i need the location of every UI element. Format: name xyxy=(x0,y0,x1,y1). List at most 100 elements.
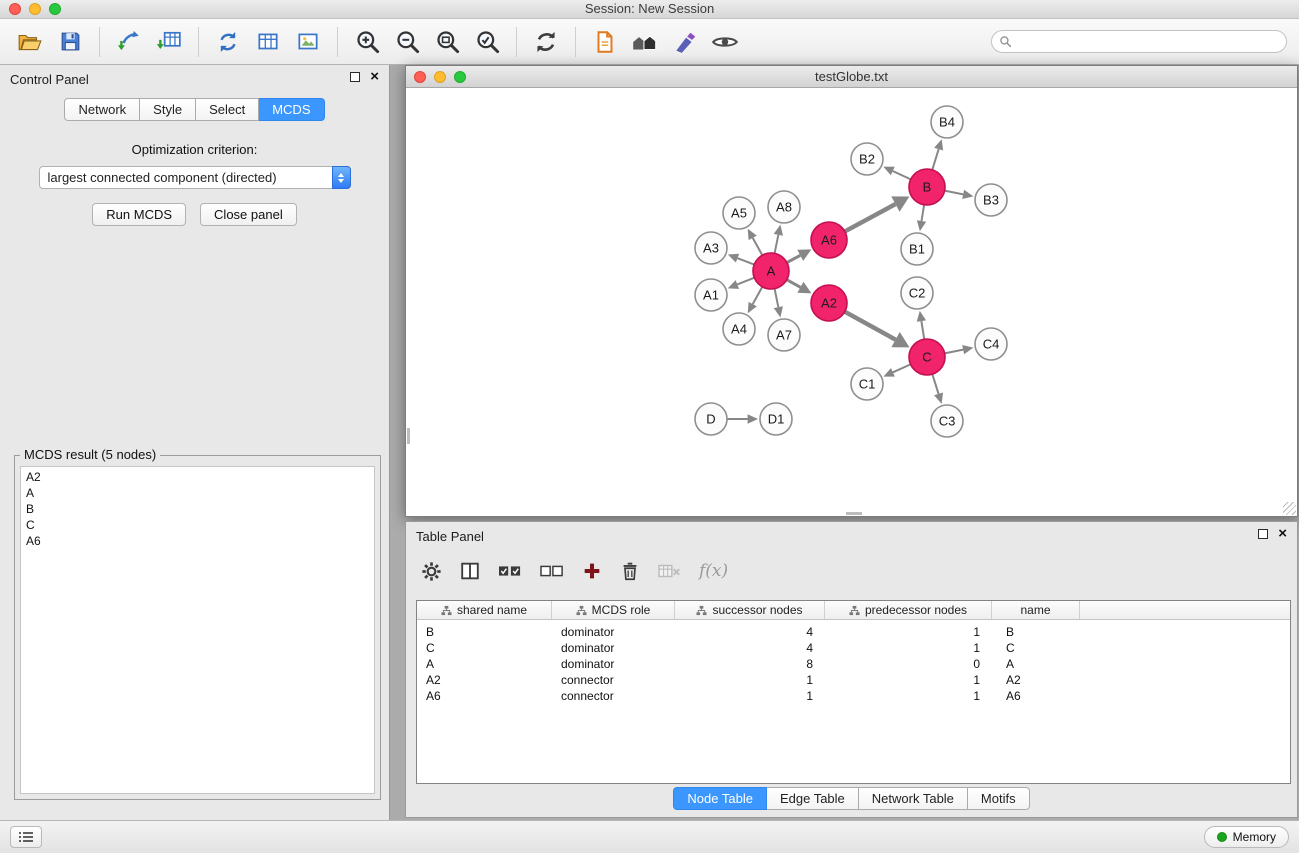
tab-select[interactable]: Select xyxy=(196,98,259,121)
table-row[interactable]: A2 connector 1 1 A2 xyxy=(417,672,1290,688)
graph-edge-A-A3[interactable] xyxy=(738,258,755,264)
result-item[interactable]: B xyxy=(21,501,374,517)
cell-shared-name: A6 xyxy=(417,688,552,704)
duplicate-document-button[interactable] xyxy=(585,24,625,60)
column-header-shared-name[interactable]: shared name xyxy=(417,601,552,619)
graph-edge-A-A8[interactable] xyxy=(775,235,779,254)
zoom-fit-button[interactable] xyxy=(427,24,467,60)
column-label: shared name xyxy=(457,603,527,617)
zoom-traffic-light[interactable] xyxy=(49,3,61,15)
tab-network[interactable]: Network xyxy=(64,98,140,121)
graph-node-label: D xyxy=(706,412,715,427)
cell-shared-name: A xyxy=(417,656,552,672)
new-network-button[interactable] xyxy=(208,24,248,60)
zoom-out-button[interactable] xyxy=(387,24,427,60)
style-brush-button[interactable] xyxy=(665,24,705,60)
column-header-filler xyxy=(1080,601,1290,619)
run-mcds-button[interactable]: Run MCDS xyxy=(92,203,186,226)
graph-edge-A-A6[interactable] xyxy=(787,255,800,262)
import-network-button[interactable] xyxy=(109,24,149,60)
graph-edge-A-A7[interactable] xyxy=(775,289,779,308)
zoom-traffic-light[interactable] xyxy=(454,71,466,83)
result-item[interactable]: C xyxy=(21,517,374,533)
minimize-traffic-light[interactable] xyxy=(434,71,446,83)
result-item[interactable]: A2 xyxy=(21,469,374,485)
close-traffic-light[interactable] xyxy=(414,71,426,83)
graph-edge-C-C3[interactable] xyxy=(932,374,938,394)
graph-edge-C-C2[interactable] xyxy=(921,321,924,339)
column-header-predecessor-nodes[interactable]: predecessor nodes xyxy=(825,601,992,619)
function-builder-button[interactable]: f(x) xyxy=(699,561,728,581)
graph-edge-B-B4[interactable] xyxy=(932,149,938,170)
result-item[interactable]: A6 xyxy=(21,533,374,549)
table-row[interactable]: A dominator 8 0 A xyxy=(417,656,1290,672)
tab-edge-table[interactable]: Edge Table xyxy=(767,787,859,810)
tab-node-table[interactable]: Node Table xyxy=(673,787,767,810)
float-panel-icon[interactable] xyxy=(1258,529,1268,539)
table-row[interactable]: A6 connector 1 1 A6 xyxy=(417,688,1290,704)
save-session-button[interactable] xyxy=(50,24,90,60)
graph-edge-C-C4[interactable] xyxy=(945,350,964,354)
horizontal-scrollbar-thumb[interactable] xyxy=(846,512,862,515)
tab-motifs[interactable]: Motifs xyxy=(968,787,1030,810)
open-session-button[interactable] xyxy=(10,24,50,60)
show-columns-button[interactable] xyxy=(459,560,481,582)
cell-successor-nodes: 8 xyxy=(675,656,825,672)
import-table-button[interactable] xyxy=(149,24,189,60)
add-column-button[interactable] xyxy=(581,560,603,582)
network-graph[interactable]: AA1A2A3A4A5A6A7A8BB1B2B3B4CC1C2C3C4DD1 xyxy=(406,88,1297,516)
close-panel-button[interactable]: Close panel xyxy=(200,203,297,226)
graph-edge-A-A4[interactable] xyxy=(753,287,763,304)
search-input[interactable] xyxy=(991,30,1287,53)
zoom-selected-button[interactable] xyxy=(467,24,507,60)
graph-edge-B-B2[interactable] xyxy=(893,171,911,179)
close-traffic-light[interactable] xyxy=(9,3,21,15)
optimization-criterion-label: Optimization criterion: xyxy=(0,142,389,157)
column-header-successor-nodes[interactable]: successor nodes xyxy=(675,601,825,619)
graph-edge-B-B3[interactable] xyxy=(945,191,964,195)
close-panel-icon[interactable]: × xyxy=(1278,529,1287,539)
memory-button[interactable]: Memory xyxy=(1204,826,1289,848)
float-panel-icon[interactable] xyxy=(350,72,360,82)
graph-edge-A-A2[interactable] xyxy=(787,280,801,288)
tab-mcds[interactable]: MCDS xyxy=(259,98,324,121)
deselect-all-button[interactable] xyxy=(539,560,565,582)
window-titlebar: Session: New Session xyxy=(0,0,1299,19)
tab-style[interactable]: Style xyxy=(140,98,196,121)
table-row[interactable]: B dominator 4 1 B xyxy=(417,624,1290,640)
new-table-button[interactable] xyxy=(248,24,288,60)
graph-edge-A6-B[interactable] xyxy=(845,204,896,231)
minimize-traffic-light[interactable] xyxy=(29,3,41,15)
node-table: shared name MCDS role successor nodes xyxy=(416,600,1291,784)
delete-table-button[interactable] xyxy=(657,560,683,582)
zoom-in-button[interactable] xyxy=(347,24,387,60)
network-canvas[interactable]: AA1A2A3A4A5A6A7A8BB1B2B3B4CC1C2C3C4DD1 xyxy=(406,88,1297,516)
graph-edge-B-B1[interactable] xyxy=(922,205,925,221)
delete-table-icon xyxy=(657,560,683,582)
home-button[interactable] xyxy=(625,24,665,60)
graph-edge-A-A5[interactable] xyxy=(753,238,763,255)
result-item[interactable]: A xyxy=(21,485,374,501)
show-hide-button[interactable] xyxy=(705,24,745,60)
graph-node-label: A8 xyxy=(776,200,792,215)
close-panel-icon[interactable]: × xyxy=(370,72,379,82)
control-panel-title: Control Panel xyxy=(10,72,89,87)
window-resize-grip[interactable] xyxy=(1283,502,1296,515)
column-header-name[interactable]: name xyxy=(992,601,1080,619)
refresh-button[interactable] xyxy=(526,24,566,60)
table-row[interactable]: C dominator 4 1 C xyxy=(417,640,1290,656)
tab-network-table[interactable]: Network Table xyxy=(859,787,968,810)
column-header-mcds-role[interactable]: MCDS role xyxy=(552,601,675,619)
table-settings-button[interactable] xyxy=(420,560,443,583)
graph-edge-A-A1[interactable] xyxy=(737,278,754,285)
graph-edge-C-C1[interactable] xyxy=(893,364,911,372)
graph-edge-A2-C[interactable] xyxy=(845,312,896,340)
delete-column-button[interactable] xyxy=(619,560,641,582)
mcds-result-list[interactable]: A2 A B C A6 xyxy=(20,466,375,794)
select-all-button[interactable] xyxy=(497,560,523,582)
vertical-scrollbar-thumb[interactable] xyxy=(407,428,410,444)
cell-name: A6 xyxy=(992,688,1080,704)
export-image-button[interactable] xyxy=(288,24,328,60)
task-history-button[interactable] xyxy=(10,826,42,848)
criterion-select[interactable]: largest connected component (directed) xyxy=(39,166,351,189)
